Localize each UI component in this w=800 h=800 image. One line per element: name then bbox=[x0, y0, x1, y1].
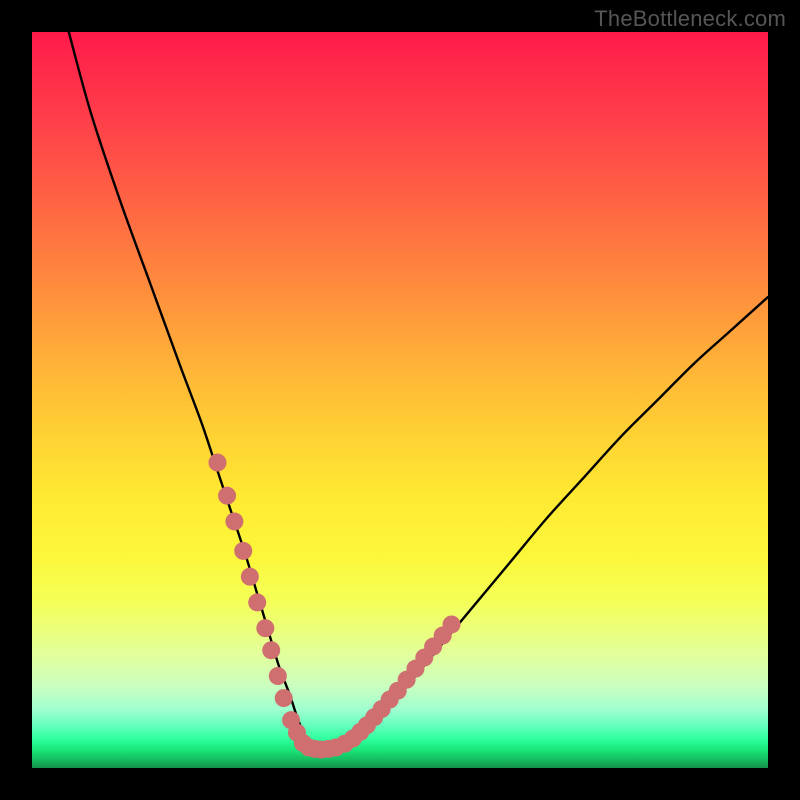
curve-layer bbox=[69, 32, 768, 750]
bottleneck-curve-path bbox=[69, 32, 768, 750]
dots-layer bbox=[208, 454, 460, 759]
chart-frame: TheBottleneck.com bbox=[0, 0, 800, 800]
highlight-dot bbox=[225, 512, 243, 530]
watermark-text: TheBottleneck.com bbox=[594, 6, 786, 32]
highlight-dot bbox=[262, 641, 280, 659]
plot-area bbox=[32, 32, 768, 768]
highlight-dot bbox=[275, 689, 293, 707]
highlight-dot bbox=[208, 454, 226, 472]
highlight-dot bbox=[248, 593, 266, 611]
chart-svg bbox=[32, 32, 768, 768]
highlight-dot bbox=[256, 619, 274, 637]
highlight-dot bbox=[269, 667, 287, 685]
highlight-dot bbox=[218, 487, 236, 505]
highlight-dot bbox=[443, 615, 461, 633]
highlight-dot bbox=[241, 568, 259, 586]
highlight-dot bbox=[234, 542, 252, 560]
